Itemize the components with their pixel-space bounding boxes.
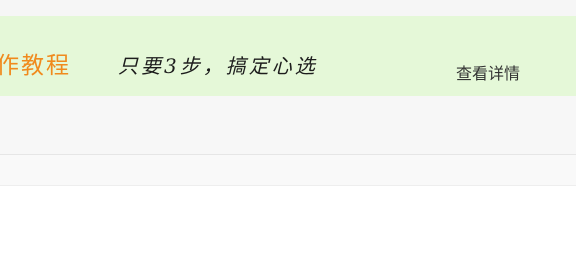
banner-slogan: 只要3步，搞定心选 [118,54,318,78]
content-band [0,96,576,154]
top-strip [0,0,576,16]
promo-banner[interactable]: 作教程 只要3步，搞定心选 查看详情 [0,16,576,96]
content-band-secondary [0,155,576,185]
divider [0,185,576,186]
view-details-link[interactable]: 查看详情 [456,60,520,84]
banner-title: 作教程 [0,53,71,79]
page: 作教程 只要3步，搞定心选 查看详情 [0,0,576,255]
